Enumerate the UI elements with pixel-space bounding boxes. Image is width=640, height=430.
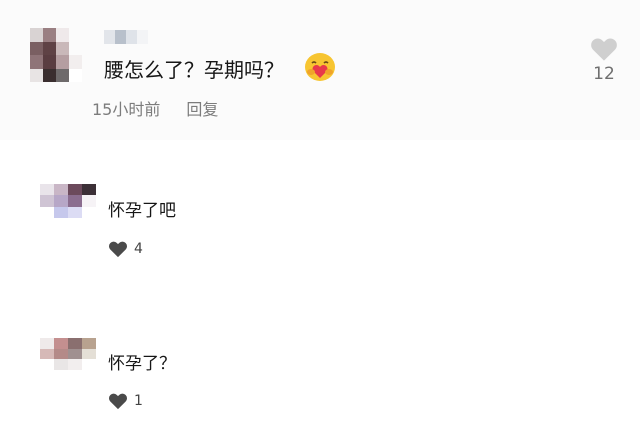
reply-button[interactable]: 回复 [186,96,218,120]
like-button[interactable]: 12 [588,36,620,92]
like-count: 4 [134,241,143,257]
reply-item [0,325,640,430]
hugging-heart-emoji [305,53,335,81]
like-button[interactable]: 4 [108,240,143,258]
heart-icon [591,38,617,61]
heart-icon [108,241,128,258]
comment-text: 腰怎么了？孕期吗？ [104,58,284,82]
username-blurred[interactable] [104,30,148,44]
comment-item-top: 腰怎么了？孕期吗？ 15小时前 回复 12 [0,0,640,140]
avatar[interactable] [40,338,96,370]
reply-item [0,170,640,290]
comment-time: 15小时前 [92,100,161,119]
avatar[interactable] [40,184,96,218]
reply-text: 怀孕了？ [108,354,176,374]
like-button[interactable]: 1 [108,392,143,410]
avatar[interactable] [30,28,82,82]
reply-text: 怀孕了吧 [108,201,176,221]
comment-meta: 15小时前 回复 [92,96,218,120]
heart-icon [108,393,128,410]
like-count: 1 [134,393,143,409]
like-count: 12 [593,64,615,84]
